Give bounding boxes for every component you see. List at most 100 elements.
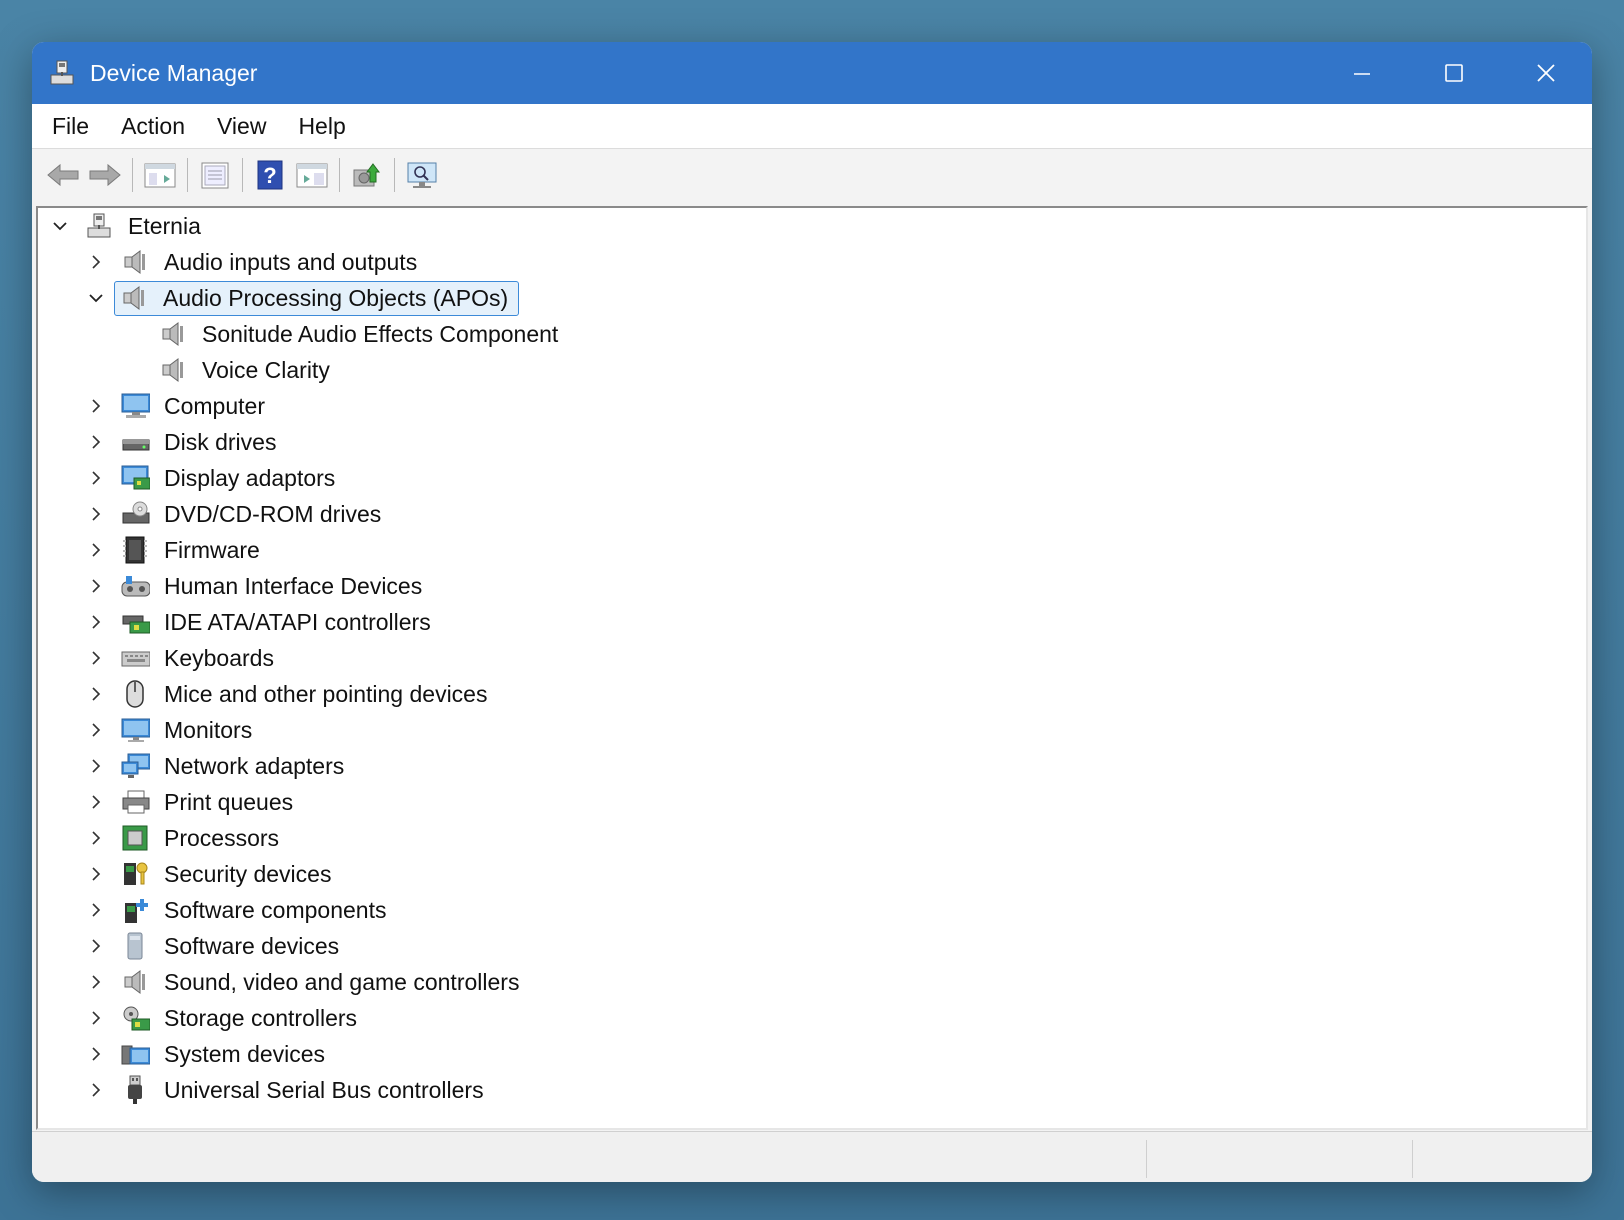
speaker-icon (158, 319, 188, 349)
chevron-right-icon[interactable] (84, 754, 108, 778)
status-separator (1412, 1140, 1413, 1178)
tree-item-label: IDE ATA/ATAPI controllers (164, 608, 431, 635)
tree-item-network-adapters[interactable]: Network adapters (84, 748, 350, 784)
maximize-button[interactable] (1408, 42, 1500, 104)
menu-view[interactable]: View (217, 113, 266, 140)
help-button[interactable]: ? (249, 155, 291, 195)
chevron-right-icon[interactable] (84, 250, 108, 274)
menu-file[interactable]: File (52, 113, 89, 140)
chevron-right-icon[interactable] (84, 1006, 108, 1030)
mouse-icon (120, 679, 150, 709)
chevron-down-icon[interactable] (84, 286, 108, 310)
chevron-right-icon[interactable] (84, 1042, 108, 1066)
status-separator (1146, 1140, 1147, 1178)
chevron-right-icon[interactable] (84, 826, 108, 850)
chevron-right-icon[interactable] (84, 682, 108, 706)
tree-item-system-devices[interactable]: System devices (84, 1036, 331, 1072)
back-button[interactable] (42, 155, 84, 195)
tree-item-label: Keyboards (164, 644, 274, 671)
tree-item-dvd-cd-rom-drives[interactable]: DVD/CD-ROM drives (84, 496, 387, 532)
tree-child-label: Voice Clarity (202, 356, 330, 383)
disk-drive-icon (120, 427, 150, 457)
tree-item-disk-drives[interactable]: Disk drives (84, 424, 282, 460)
tree-item-display-adaptors[interactable]: Display adaptors (84, 460, 341, 496)
chevron-down-icon[interactable] (48, 214, 72, 238)
tree-root-label: Eternia (128, 212, 201, 239)
chevron-right-icon[interactable] (84, 466, 108, 490)
tree-root[interactable]: Eternia (48, 208, 207, 244)
tree-child-label: Sonitude Audio Effects Component (202, 320, 559, 347)
tree-item-storage-controllers[interactable]: Storage controllers (84, 1000, 363, 1036)
firmware-icon (120, 535, 150, 565)
device-tree: Eternia Audio inputs and outputs Audio Pr… (36, 206, 1588, 1130)
software-component-icon (120, 895, 150, 925)
chevron-right-icon[interactable] (84, 610, 108, 634)
minimize-icon (1354, 73, 1370, 75)
tree-item-universal-serial-bus-controllers[interactable]: Universal Serial Bus controllers (84, 1072, 490, 1108)
show-hide-console-tree-button[interactable] (139, 155, 181, 195)
tree-item-label: Audio Processing Objects (APOs) (163, 284, 509, 311)
window-title: Device Manager (90, 59, 258, 86)
tree-item-print-queues[interactable]: Print queues (84, 784, 299, 820)
menu-help[interactable]: Help (298, 113, 345, 140)
display-adapter-icon (120, 463, 150, 493)
tree-item-computer[interactable]: Computer (84, 388, 271, 424)
chevron-right-icon[interactable] (84, 970, 108, 994)
chevron-right-icon[interactable] (84, 790, 108, 814)
processor-icon (120, 823, 150, 853)
usb-icon (120, 1075, 150, 1105)
tree-item-label: Network adapters (164, 752, 345, 779)
tree-item-label: System devices (164, 1040, 326, 1067)
tree-item-software-components[interactable]: Software components (84, 892, 392, 928)
tree-item-label: Print queues (164, 788, 294, 815)
chevron-right-icon[interactable] (84, 1078, 108, 1102)
chevron-right-icon[interactable] (84, 394, 108, 418)
close-button[interactable] (1500, 42, 1592, 104)
tree-item-monitors[interactable]: Monitors (84, 712, 258, 748)
tree-item-keyboards[interactable]: Keyboards (84, 640, 280, 676)
tree-item-ide-ata-atapi-controllers[interactable]: IDE ATA/ATAPI controllers (84, 604, 437, 640)
speaker-icon (158, 355, 188, 385)
keyboard-icon (120, 643, 150, 673)
tree-item-human-interface-devices[interactable]: Human Interface Devices (84, 568, 428, 604)
chevron-right-icon[interactable] (84, 934, 108, 958)
tree-child-voice-clarity[interactable]: Voice Clarity (146, 352, 336, 388)
tree-item-sound-video-and-game-controllers[interactable]: Sound, video and game controllers (84, 964, 525, 1000)
toolbar: ? (32, 148, 1592, 201)
scan-hardware-icon (407, 162, 437, 188)
forward-button[interactable] (84, 155, 126, 195)
tree-item-audio-inputs-and-outputs[interactable]: Audio inputs and outputs (84, 244, 423, 280)
tree-item-audio-processing-objects-apos[interactable]: Audio Processing Objects (APOs) (84, 280, 520, 316)
tree-item-label: Disk drives (164, 428, 277, 455)
chevron-right-icon[interactable] (84, 502, 108, 526)
chevron-right-icon[interactable] (84, 574, 108, 598)
view-action-pane-icon (296, 163, 328, 188)
tree-item-software-devices[interactable]: Software devices (84, 928, 345, 964)
chevron-right-icon[interactable] (84, 718, 108, 742)
tree-item-security-devices[interactable]: Security devices (84, 856, 337, 892)
chevron-right-icon[interactable] (84, 538, 108, 562)
tree-item-label: Firmware (164, 536, 260, 563)
tree-item-label: Software components (164, 896, 387, 923)
scan-hardware-button[interactable] (401, 155, 443, 195)
view-action-pane-button[interactable] (291, 155, 333, 195)
tree-item-mice-and-other-pointing-devices[interactable]: Mice and other pointing devices (84, 676, 493, 712)
chevron-right-icon[interactable] (84, 430, 108, 454)
properties-button[interactable] (194, 155, 236, 195)
tree-item-label: DVD/CD-ROM drives (164, 500, 382, 527)
tree-item-processors[interactable]: Processors (84, 820, 285, 856)
title-bar[interactable]: Device Manager (32, 42, 1592, 104)
network-adapter-icon (120, 751, 150, 781)
chevron-right-icon[interactable] (84, 898, 108, 922)
tree-item-firmware[interactable]: Firmware (84, 532, 266, 568)
menu-action[interactable]: Action (121, 113, 185, 140)
tree-item-label: Universal Serial Bus controllers (164, 1076, 484, 1103)
chevron-right-icon[interactable] (84, 862, 108, 886)
system-device-icon (120, 1039, 150, 1069)
update-driver-button[interactable] (346, 155, 388, 195)
back-icon (47, 163, 79, 187)
speaker-icon (120, 247, 150, 277)
chevron-right-icon[interactable] (84, 646, 108, 670)
minimize-button[interactable] (1316, 42, 1408, 104)
tree-child-sonitude-audio-effects-component[interactable]: Sonitude Audio Effects Component (146, 316, 564, 352)
